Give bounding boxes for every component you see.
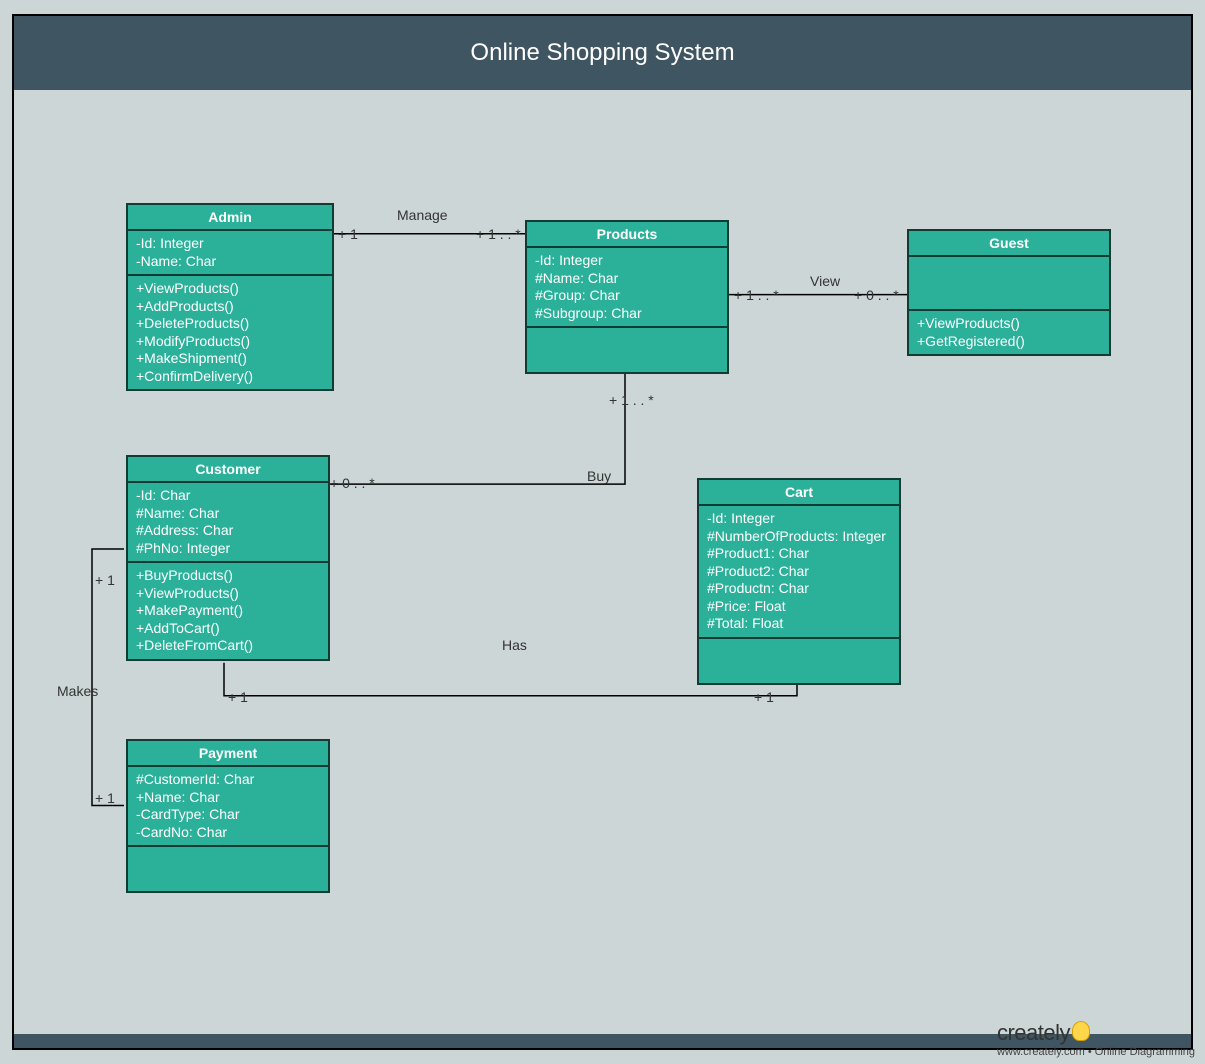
mult: + 1 . . * (609, 392, 654, 408)
class-cart: Cart -Id: Integer #NumberOfProducts: Int… (697, 478, 901, 685)
diagram-title: Online Shopping System (470, 39, 734, 67)
class-operations (128, 847, 328, 891)
class-op: +ModifyProducts() (136, 333, 324, 351)
class-attr: -CardType: Char (136, 806, 320, 824)
diagram-canvas: Admin -Id: Integer -Name: Char +ViewProd… (14, 90, 1191, 1048)
class-op: +ViewProducts() (136, 280, 324, 298)
mult: + 0 . . * (854, 287, 899, 303)
class-guest: Guest +ViewProducts() +GetRegistered() (907, 229, 1111, 356)
class-attr: #CustomerId: Char (136, 771, 320, 789)
class-attributes (909, 257, 1109, 311)
class-attr: #Subgroup: Char (535, 305, 719, 323)
class-op: +ViewProducts() (136, 585, 320, 603)
brand-name: creately (997, 1020, 1070, 1046)
class-op: +BuyProducts() (136, 567, 320, 585)
class-attr: -Id: Integer (535, 252, 719, 270)
label-has: Has (502, 637, 527, 653)
class-title: Cart (699, 480, 899, 506)
label-view: View (810, 273, 840, 289)
mult: + 1 (95, 790, 115, 806)
class-op: +MakeShipment() (136, 350, 324, 368)
class-admin: Admin -Id: Integer -Name: Char +ViewProd… (126, 203, 334, 391)
class-op: +ViewProducts() (917, 315, 1101, 333)
class-payment: Payment #CustomerId: Char +Name: Char -C… (126, 739, 330, 893)
class-operations: +ViewProducts() +GetRegistered() (909, 311, 1109, 354)
class-attr: #Product1: Char (707, 545, 891, 563)
label-buy: Buy (587, 468, 611, 484)
class-op: +MakePayment() (136, 602, 320, 620)
class-op: +DeleteFromCart() (136, 637, 320, 655)
diagram-frame: Online Shopping System Admin -Id: Intege… (12, 14, 1193, 1050)
class-attr: -CardNo: Char (136, 824, 320, 842)
mult: + 1 . . * (476, 226, 521, 242)
class-attributes: -Id: Integer -Name: Char (128, 231, 332, 276)
class-products: Products -Id: Integer #Name: Char #Group… (525, 220, 729, 374)
footer-tagline: www.creately.com • Online Diagramming (997, 1046, 1195, 1058)
class-operations (699, 639, 899, 683)
class-attr: -Id: Char (136, 487, 320, 505)
class-op: +ConfirmDelivery() (136, 368, 324, 386)
class-attr: #Productn: Char (707, 580, 891, 598)
class-attr: #Name: Char (535, 270, 719, 288)
class-attr: #Group: Char (535, 287, 719, 305)
mult: + 1 (228, 689, 248, 705)
class-op: +GetRegistered() (917, 333, 1101, 351)
class-attr: #Address: Char (136, 522, 320, 540)
class-attributes: -Id: Integer #Name: Char #Group: Char #S… (527, 248, 727, 328)
class-op: +AddToCart() (136, 620, 320, 638)
lightbulb-icon (1072, 1021, 1090, 1041)
class-attr: +Name: Char (136, 789, 320, 807)
class-attr: #Product2: Char (707, 563, 891, 581)
class-attr: #PhNo: Integer (136, 540, 320, 558)
class-attributes: #CustomerId: Char +Name: Char -CardType:… (128, 767, 328, 847)
class-attr: #Total: Float (707, 615, 891, 633)
mult: + 1 . . * (734, 287, 779, 303)
class-operations: +BuyProducts() +ViewProducts() +MakePaym… (128, 563, 328, 659)
class-op: +DeleteProducts() (136, 315, 324, 333)
class-attr: #Price: Float (707, 598, 891, 616)
class-op: +AddProducts() (136, 298, 324, 316)
class-attr: -Name: Char (136, 253, 324, 271)
class-attr: #Name: Char (136, 505, 320, 523)
page: Online Shopping System Admin -Id: Intege… (0, 0, 1205, 1064)
mult: + 1 (95, 572, 115, 588)
title-bar: Online Shopping System (14, 16, 1191, 90)
footer: creately www.creately.com • Online Diagr… (997, 1020, 1195, 1058)
label-makes: Makes (57, 683, 98, 699)
class-attributes: -Id: Integer #NumberOfProducts: Integer … (699, 506, 899, 639)
class-attributes: -Id: Char #Name: Char #Address: Char #Ph… (128, 483, 328, 563)
mult: + 1 (338, 226, 358, 242)
class-operations: +ViewProducts() +AddProducts() +DeletePr… (128, 276, 332, 389)
label-manage: Manage (397, 207, 448, 223)
class-operations (527, 328, 727, 372)
class-customer: Customer -Id: Char #Name: Char #Address:… (126, 455, 330, 661)
class-title: Products (527, 222, 727, 248)
mult: + 0 . . * (330, 475, 375, 491)
class-title: Admin (128, 205, 332, 231)
class-title: Guest (909, 231, 1109, 257)
creately-logo: creately (997, 1020, 1195, 1046)
class-attr: -Id: Integer (707, 510, 891, 528)
class-attr: -Id: Integer (136, 235, 324, 253)
class-title: Payment (128, 741, 328, 767)
mult: + 1 (754, 689, 774, 705)
class-attr: #NumberOfProducts: Integer (707, 528, 891, 546)
class-title: Customer (128, 457, 328, 483)
